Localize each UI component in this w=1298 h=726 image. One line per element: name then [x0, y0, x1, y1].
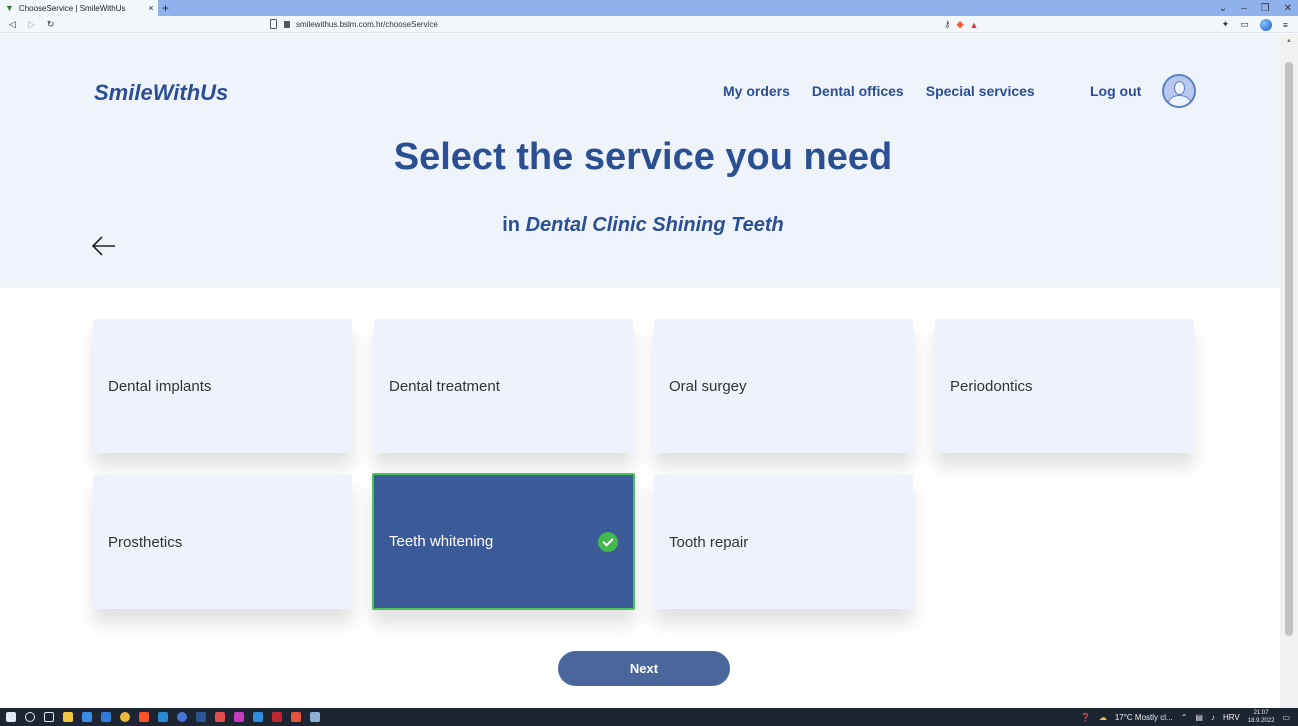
windows-taskbar: ❓ ☁ 17°C Mostly cl... ⌃ ▤ ♪ HRV 21:07 18…: [0, 708, 1298, 726]
service-card-tooth-repair[interactable]: Tooth repair: [654, 475, 913, 609]
extensions-area: ✦ ▭ ≡: [1222, 17, 1288, 32]
avatar-body: [1168, 95, 1191, 106]
weather-text[interactable]: 17°C Mostly cl...: [1115, 713, 1173, 722]
notification-icon[interactable]: ▭: [1282, 713, 1290, 722]
app-icon[interactable]: [215, 712, 225, 722]
service-card-periodontics[interactable]: Periodontics: [935, 319, 1194, 453]
edge-icon[interactable]: [158, 712, 168, 722]
page-content: SmileWithUs My orders Dental offices Spe…: [0, 34, 1280, 708]
service-label: Tooth repair: [669, 533, 749, 551]
nav-my-orders[interactable]: My orders: [723, 83, 790, 99]
task-view-icon[interactable]: [44, 712, 54, 722]
key-icon[interactable]: ⚷: [944, 19, 951, 30]
service-card-oral-surgey[interactable]: Oral surgey: [654, 319, 913, 453]
service-label: Periodontics: [950, 377, 1033, 395]
back-arrow-icon[interactable]: [90, 234, 118, 258]
service-label: Dental treatment: [389, 377, 500, 395]
app-icon[interactable]: [234, 712, 244, 722]
language-indicator[interactable]: HRV: [1223, 713, 1240, 722]
avatar-head: [1174, 81, 1185, 95]
lock-icon: [284, 21, 290, 28]
address-bar-actions: ⚷ ◈ ▲: [944, 17, 978, 32]
avatar[interactable]: [1162, 74, 1196, 108]
service-label: Teeth whitening: [389, 533, 494, 550]
service-card-dental-implants[interactable]: Dental implants: [93, 319, 352, 453]
app-icon[interactable]: [177, 712, 187, 722]
wallet-icon[interactable]: [1259, 18, 1272, 31]
chrome-icon[interactable]: [120, 712, 130, 722]
service-label: Dental implants: [108, 377, 212, 395]
service-card-teeth-whitening[interactable]: Teeth whitening: [372, 473, 635, 610]
filezilla-icon[interactable]: [272, 712, 282, 722]
service-label: Oral surgey: [669, 377, 747, 395]
store-icon[interactable]: [82, 712, 92, 722]
menu-icon[interactable]: ≡: [1283, 20, 1288, 30]
extensions-icon[interactable]: ✦: [1222, 19, 1230, 30]
url-text: smilewithus.bslm.com.hr/chooseService: [296, 20, 438, 29]
browser-toolbar: ◁ ▷ ↻ smilewithus.bslm.com.hr/chooseServ…: [0, 16, 1298, 33]
help-icon[interactable]: ❓: [1081, 713, 1091, 722]
next-button[interactable]: Next: [558, 651, 730, 686]
app-icon[interactable]: [291, 712, 301, 722]
scroll-up-icon[interactable]: ▲: [1286, 38, 1292, 44]
nav-special-services[interactable]: Special services: [926, 83, 1035, 99]
browser-tab-bar: ▼ ChooseService | SmileWithUs × + ⌄ – ❐ …: [0, 0, 1298, 16]
word-icon[interactable]: [196, 712, 206, 722]
tab-title: ChooseService | SmileWithUs: [18, 3, 126, 13]
minimize-icon[interactable]: –: [1241, 3, 1247, 14]
address-bar[interactable]: smilewithus.bslm.com.hr/chooseService: [284, 18, 1044, 31]
clock-time: 21:07: [1253, 710, 1269, 716]
close-window-icon[interactable]: ✕: [1284, 3, 1292, 14]
file-explorer-icon[interactable]: [63, 712, 73, 722]
logout-link[interactable]: Log out: [1090, 83, 1141, 99]
service-card-dental-treatment[interactable]: Dental treatment: [374, 319, 633, 453]
service-label: Prosthetics: [108, 533, 183, 551]
new-tab-button[interactable]: +: [162, 0, 169, 16]
clinic-name: Dental Clinic Shining Teeth: [525, 214, 784, 236]
check-icon: [598, 532, 618, 552]
page-subtitle: in Dental Clinic Shining Teeth: [0, 214, 1280, 237]
sidebar-icon[interactable]: ▭: [1240, 19, 1249, 30]
browser-tab[interactable]: ▼ ChooseService | SmileWithUs ×: [0, 0, 158, 16]
weather-icon: ☁: [1098, 712, 1107, 722]
reload-icon[interactable]: ↻: [47, 19, 55, 30]
windows-start-icon[interactable]: [6, 712, 16, 722]
scrollbar[interactable]: ▲: [1280, 34, 1298, 708]
main-nav: My orders Dental offices Special service…: [723, 83, 1035, 99]
clock-date: 18.9.2022: [1247, 718, 1275, 724]
bookmark-icon[interactable]: [270, 19, 277, 29]
scroll-thumb[interactable]: [1285, 62, 1293, 636]
nav-buttons: ◁ ▷ ↻: [9, 16, 54, 33]
nav-dental-offices[interactable]: Dental offices: [812, 83, 904, 99]
subtitle-prefix: in: [502, 214, 526, 236]
search-icon[interactable]: [25, 712, 35, 722]
close-tab-icon[interactable]: ×: [144, 3, 158, 13]
page-title: Select the service you need: [393, 136, 893, 178]
system-tray: ❓ ☁ 17°C Mostly cl... ⌃ ▤ ♪ HRV 21:07 18…: [1081, 708, 1290, 726]
brave-shield-icon[interactable]: ◈: [957, 19, 964, 30]
chevron-up-icon[interactable]: ⌃: [1181, 713, 1188, 722]
back-nav-icon[interactable]: ◁: [9, 19, 16, 30]
volume-icon[interactable]: ♪: [1211, 713, 1215, 722]
clock[interactable]: 21:07 18.9.2022: [1248, 709, 1275, 725]
taskbar-apps: [6, 708, 320, 726]
restore-icon[interactable]: ❐: [1261, 3, 1270, 14]
window-controls: ⌄ – ❐ ✕: [1219, 0, 1292, 16]
hero-section: SmileWithUs My orders Dental offices Spe…: [0, 34, 1280, 288]
service-card-prosthetics[interactable]: Prosthetics: [93, 475, 352, 609]
favicon-icon: ▼: [5, 3, 14, 13]
brave-rewards-icon[interactable]: ▲: [970, 20, 979, 30]
tab-search-icon[interactable]: ⌄: [1219, 3, 1227, 14]
brave-app-icon[interactable]: [139, 712, 149, 722]
vscode-icon[interactable]: [253, 712, 263, 722]
logo[interactable]: SmileWithUs: [94, 80, 228, 106]
network-icon[interactable]: ▤: [1195, 713, 1203, 722]
notepad-icon[interactable]: [310, 712, 320, 722]
mail-icon[interactable]: [101, 712, 111, 722]
forward-nav-icon[interactable]: ▷: [28, 19, 35, 30]
